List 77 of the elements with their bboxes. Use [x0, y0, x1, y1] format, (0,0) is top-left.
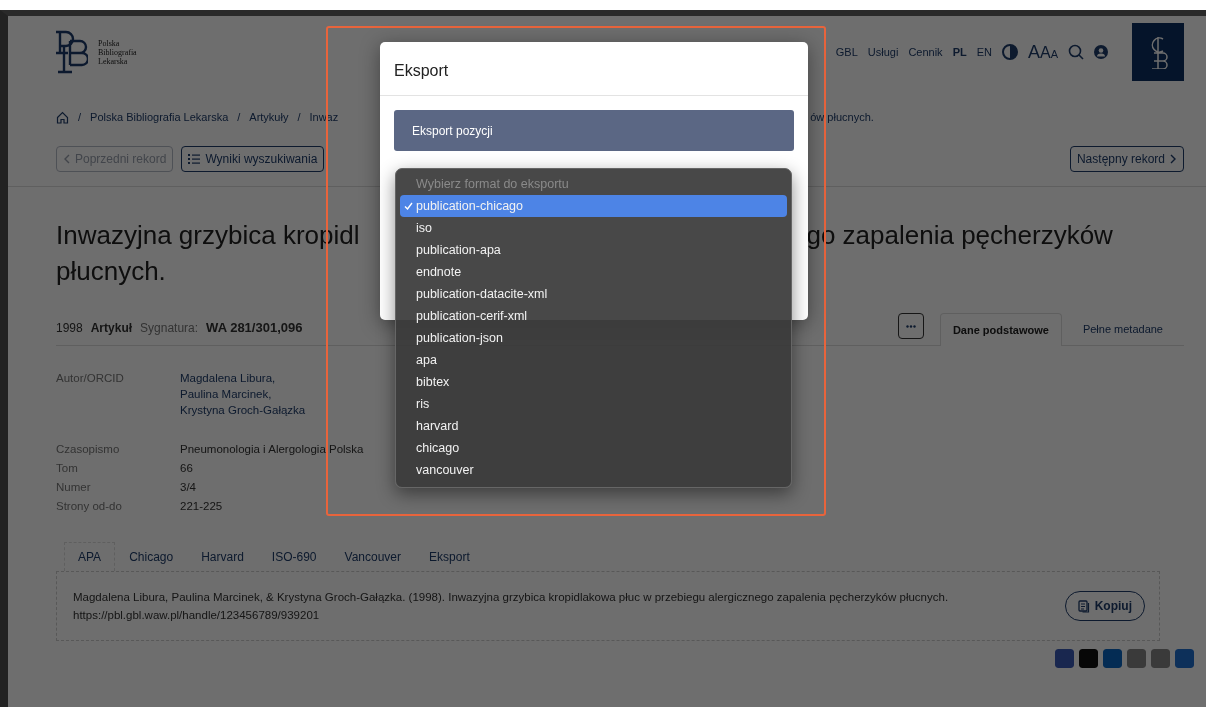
share-icon[interactable]: [1079, 649, 1098, 668]
menu-option[interactable]: publication-apa: [400, 239, 787, 261]
citation-tab[interactable]: Eksport: [415, 542, 484, 571]
author-link[interactable]: Magdalena Libura,: [180, 370, 276, 386]
menu-option[interactable]: iso: [400, 217, 787, 239]
field-value: 3/4: [180, 480, 196, 495]
search-icon[interactable]: [1068, 44, 1084, 60]
menu-option[interactable]: bibtex: [400, 371, 787, 393]
nav-link[interactable]: GBL: [835, 46, 858, 58]
menu-option[interactable]: publication-cerif-xml: [400, 305, 787, 327]
contrast-icon[interactable]: [1001, 44, 1018, 60]
field-label: Tom: [56, 461, 78, 476]
menu-option[interactable]: chicago: [400, 437, 787, 459]
section-header: Eksport pozycji: [394, 110, 794, 151]
type-text: Artykuł: [90, 321, 133, 337]
menu-option[interactable]: publication-chicago: [400, 195, 787, 217]
menu-prompt: Wybierz format do eksportu: [415, 176, 570, 193]
copy-button[interactable]: Kopiuj: [1064, 591, 1145, 621]
field-value: 221-225: [180, 499, 223, 514]
author-link[interactable]: Krystyna Groch-Gałązka: [180, 402, 306, 418]
chevron-right-icon: [1170, 154, 1177, 164]
more-button[interactable]: [897, 313, 924, 339]
field-value: 66: [180, 461, 193, 476]
menu-option[interactable]: apa: [400, 349, 787, 371]
signature-label: Sygnatura:: [140, 321, 199, 337]
citation-text: Magdalena Libura, Paulina Marcinek, & Krystyna Groch-Gałązka. (1998). Inwazyjna grzybica kropidlakowa płuc w przebiegu alergicznego zapalenia pęcherzyków płucnych. https://pbl.gbl.waw.pl/handle/123456789/939201: [73, 590, 950, 623]
share-icon[interactable]: [1175, 649, 1194, 668]
breadcrumb-separator: /: [297, 111, 301, 123]
breadcrumb-text: ów płucnych.: [810, 111, 874, 123]
field-label: Numer: [56, 480, 91, 495]
share-icon[interactable]: [1151, 649, 1170, 668]
view-tab[interactable]: Dane podstawowe: [939, 313, 1062, 346]
list-icon: [188, 154, 201, 164]
nav-link[interactable]: Usługi: [867, 46, 899, 58]
logo-text: Bibliografia: [98, 47, 137, 57]
share-icon[interactable]: [1127, 649, 1146, 668]
check-icon: [404, 202, 413, 210]
share-icon[interactable]: [1055, 649, 1074, 668]
font-size-control[interactable]: AAA: [1027, 41, 1058, 63]
breadcrumb-link[interactable]: Artykuły: [249, 111, 289, 123]
menu-option[interactable]: ris: [400, 393, 787, 415]
share-icon[interactable]: [1103, 649, 1122, 668]
menu-option[interactable]: harvard: [400, 415, 787, 437]
citation-tab[interactable]: Chicago: [115, 542, 188, 571]
dots-icon: [905, 324, 916, 328]
dialog-title: Eksport: [380, 42, 808, 96]
language-link[interactable]: PL: [952, 46, 967, 58]
citation-tab[interactable]: Vancouver: [330, 542, 416, 571]
user-icon[interactable]: [1094, 45, 1108, 59]
field-label: Czasopismo: [56, 442, 120, 457]
search-results-button[interactable]: Wyniki wyszukiwania: [181, 146, 325, 172]
home-icon[interactable]: [56, 110, 69, 124]
year-text: 1998: [56, 321, 83, 337]
breadcrumb-separator: /: [237, 111, 241, 123]
logo-text: Lekarska: [98, 56, 128, 66]
menu-option[interactable]: publication-datacite-xml: [400, 283, 787, 305]
breadcrumb-link[interactable]: Polska Bibliografia Lekarska: [90, 111, 229, 123]
logo-text: Polska: [98, 38, 121, 48]
language-link[interactable]: EN: [976, 46, 992, 58]
record-title: płucnych.: [56, 255, 166, 288]
menu-option[interactable]: publication-json: [400, 327, 787, 349]
field-label: Autor/ORCID: [56, 371, 124, 386]
author-link[interactable]: Paulina Marcinek,: [180, 386, 272, 402]
menu-option[interactable]: vancouver: [400, 459, 787, 481]
chevron-left-icon: [63, 154, 70, 164]
signature-text: WA 281/301,096: [206, 320, 303, 337]
field-label: Strony od-do: [56, 499, 122, 514]
breadcrumb-separator: /: [78, 111, 82, 123]
view-tab[interactable]: Pełne metadane: [1069, 312, 1176, 345]
citation-tab[interactable]: ISO-690: [257, 542, 331, 571]
menu-option[interactable]: endnote: [400, 261, 787, 283]
nav-link[interactable]: Cennik: [908, 46, 943, 58]
copy-icon: [1077, 599, 1090, 613]
next-record-button[interactable]: Następny rekord: [1069, 146, 1184, 172]
citation-tab[interactable]: Harvard: [187, 542, 258, 571]
field-value: Pneumonologia i Alergologia Polska: [180, 442, 364, 457]
citation-tab[interactable]: APA: [64, 542, 116, 571]
